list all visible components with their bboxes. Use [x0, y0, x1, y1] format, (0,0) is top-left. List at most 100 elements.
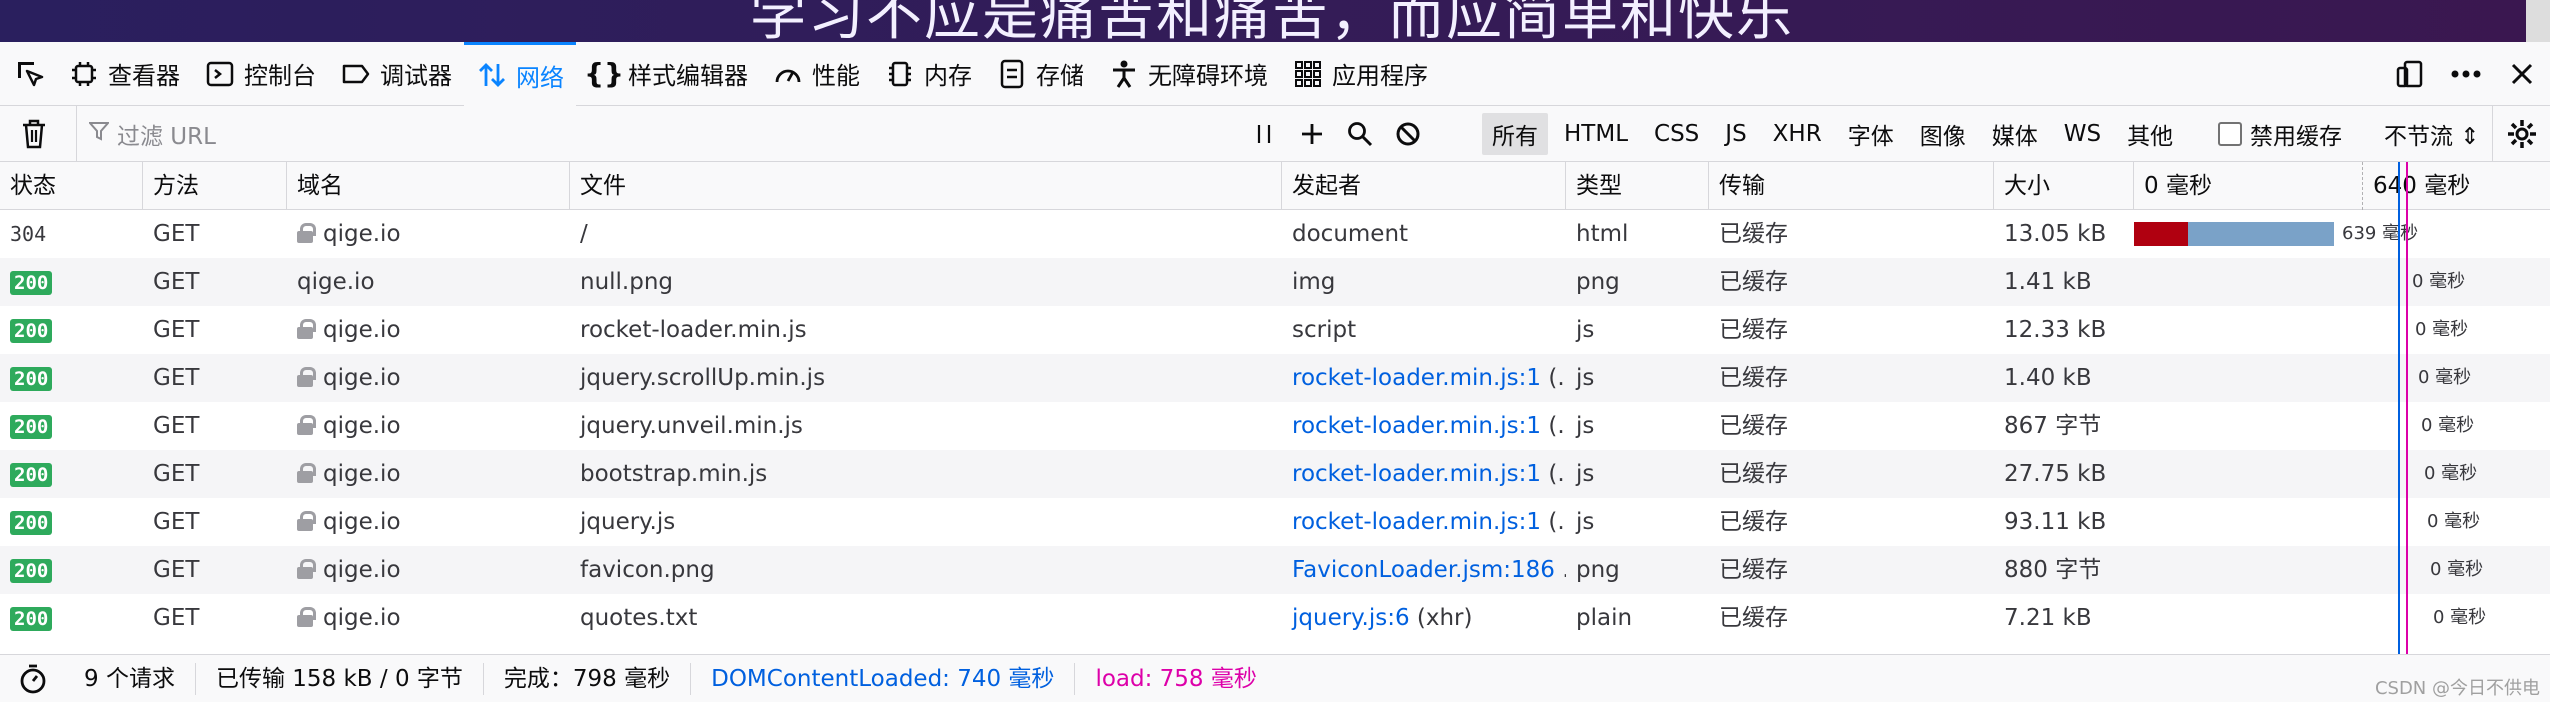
block-requests-icon[interactable]	[1384, 106, 1432, 162]
tab-accessibility[interactable]: 无障碍环境	[1096, 42, 1280, 106]
tab-label: 网络	[516, 63, 564, 92]
filter-url-field[interactable]: 过滤 URL	[76, 106, 1236, 162]
initiator-suffix: ...	[1555, 557, 1566, 583]
waterfall-timing-label: 0 毫秒	[2430, 559, 2484, 580]
tab-inspector[interactable]: 查看器	[56, 42, 192, 106]
lock-icon	[297, 415, 316, 435]
cell-type: html	[1576, 221, 1629, 247]
tab-style-editor[interactable]: {} 样式编辑器	[576, 42, 760, 106]
cell-type: js	[1576, 509, 1595, 535]
type-filter-ws[interactable]: WS	[2054, 117, 2111, 151]
status-badge: 200	[10, 415, 53, 439]
domain-text: qige.io	[323, 509, 401, 535]
close-icon[interactable]	[2494, 42, 2550, 106]
domain-text: qige.io	[323, 317, 401, 343]
cell-status: 200	[0, 402, 143, 450]
status-footer: 9 个请求 已传输 158 kB / 0 字节 完成：798 毫秒 DOMCon…	[0, 654, 2550, 702]
column-header-transferred[interactable]: 传输	[1709, 162, 1994, 210]
initiator-link[interactable]: rocket-loader.min.js:1	[1292, 461, 1541, 487]
type-filter-images[interactable]: 图像	[1910, 113, 1976, 155]
clear-requests-icon[interactable]	[10, 106, 58, 162]
waterfall-cell: 0 毫秒	[2134, 546, 2550, 594]
domain-text: qige.io	[297, 269, 375, 295]
initiator-link[interactable]: jquery.js:6	[1292, 605, 1410, 631]
table-row[interactable]: 200 GET qige.io bootstrap.min.js rocket-load…	[0, 450, 2550, 498]
domain-text: qige.io	[323, 413, 401, 439]
cell-method: GET	[153, 605, 200, 631]
search-icon[interactable]	[1336, 106, 1384, 162]
type-filter-js[interactable]: JS	[1715, 117, 1756, 151]
tab-debugger[interactable]: 调试器	[328, 42, 464, 106]
tab-performance[interactable]: 性能	[760, 42, 872, 106]
load-time: load: 758 毫秒	[1095, 665, 1257, 692]
cell-method: GET	[153, 461, 200, 487]
type-filter-media[interactable]: 媒体	[1982, 113, 2048, 155]
load-marker	[2406, 162, 2408, 654]
dom-content-loaded-time: DOMContentLoaded: 740 毫秒	[691, 662, 1076, 695]
more-options-icon[interactable]	[2438, 42, 2494, 106]
cell-type: plain	[1576, 605, 1633, 631]
type-filter-fonts[interactable]: 字体	[1838, 113, 1904, 155]
page-scrollbar[interactable]	[2526, 0, 2550, 42]
tab-element-picker[interactable]	[0, 42, 56, 106]
tab-storage[interactable]: 存储	[984, 42, 1096, 106]
page-banner: 学习不应是痛苦和痛苦，而应简单和快乐	[0, 0, 2550, 42]
cell-initiator: FaviconLoader.jsm:186 ...	[1282, 546, 1566, 594]
domain-text: qige.io	[323, 365, 401, 391]
column-header-method[interactable]: 方法	[143, 162, 287, 210]
console-icon	[204, 58, 236, 90]
cell-method: GET	[153, 557, 200, 583]
type-filter-html[interactable]: HTML	[1554, 117, 1638, 151]
tab-console[interactable]: 控制台	[192, 42, 328, 106]
table-row[interactable]: 200 GET qige.io quotes.txt jquery.js:6 (xhr)…	[0, 594, 2550, 642]
throttling-select[interactable]: 不节流 ⇕	[2384, 106, 2480, 162]
table-row[interactable]: 200 GET qige.io rocket-loader.min.js script j…	[0, 306, 2550, 354]
waterfall-start-label: 0 毫秒	[2144, 173, 2212, 199]
tab-memory[interactable]: 内存	[872, 42, 984, 106]
waterfall-end-label: 640 毫秒	[2362, 162, 2550, 210]
initiator-link[interactable]: rocket-loader.min.js:1	[1292, 413, 1541, 439]
cell-status: 200	[0, 450, 143, 498]
initiator-link[interactable]: rocket-loader.min.js:1	[1292, 365, 1541, 391]
dock-toggle-icon[interactable]	[2382, 42, 2438, 106]
disable-cache-checkbox[interactable]	[2218, 122, 2242, 146]
initiator-link[interactable]: FaviconLoader.jsm:186	[1292, 557, 1555, 583]
cell-file: jquery.unveil.min.js	[580, 413, 803, 439]
column-header-initiator[interactable]: 发起者	[1282, 162, 1566, 210]
column-header-status[interactable]: 状态	[0, 162, 143, 210]
type-filter-other[interactable]: 其他	[2117, 113, 2183, 155]
cell-status: 200	[0, 546, 143, 594]
table-row[interactable]: 200 GET qige.io favicon.png FaviconLoader.js…	[0, 546, 2550, 594]
tab-label: 样式编辑器	[628, 62, 748, 90]
cell-transferred: 已缓存	[1719, 605, 1788, 631]
tab-label: 无障碍环境	[1148, 62, 1268, 90]
settings-gear-icon[interactable]	[2492, 106, 2550, 162]
type-filter-all[interactable]: 所有	[1482, 113, 1548, 155]
network-icon	[476, 59, 508, 91]
cell-transferred: 已缓存	[1719, 221, 1788, 247]
table-row[interactable]: 200 GET qige.io jquery.scrollUp.min.js rocke…	[0, 354, 2550, 402]
table-row[interactable]: 200 GET qige.io jquery.js rocket-loader.min.…	[0, 498, 2550, 546]
column-header-size[interactable]: 大小	[1994, 162, 2134, 210]
status-badge: 200	[10, 319, 53, 343]
type-filter-css[interactable]: CSS	[1644, 117, 1709, 151]
waterfall-bar-blocked	[2134, 222, 2188, 246]
initiator-link[interactable]: rocket-loader.min.js:1	[1292, 509, 1541, 535]
stopwatch-icon[interactable]	[0, 663, 64, 695]
tab-application[interactable]: 应用程序	[1280, 42, 1440, 106]
table-row[interactable]: 304 GET qige.io / document html 已缓存 13.05 kB 639…	[0, 210, 2550, 258]
column-header-file[interactable]: 文件	[570, 162, 1282, 210]
filter-icon	[87, 121, 111, 147]
pause-recording-icon[interactable]	[1240, 106, 1288, 162]
domain-text: qige.io	[323, 557, 401, 583]
table-row[interactable]: 200 GET qige.io null.png img png 已缓存 1.41 kB 0 毫…	[0, 258, 2550, 306]
disable-cache-toggle[interactable]: 禁用缓存	[2218, 106, 2342, 162]
add-request-icon[interactable]	[1288, 106, 1336, 162]
table-row[interactable]: 200 GET qige.io jquery.unveil.min.js rocket-…	[0, 402, 2550, 450]
column-header-domain[interactable]: 域名	[287, 162, 570, 210]
type-filter-xhr[interactable]: XHR	[1763, 117, 1832, 151]
lock-icon	[297, 511, 316, 531]
column-header-type[interactable]: 类型	[1566, 162, 1709, 210]
tab-network[interactable]: 网络	[464, 41, 576, 106]
cell-status: 304	[0, 210, 143, 258]
